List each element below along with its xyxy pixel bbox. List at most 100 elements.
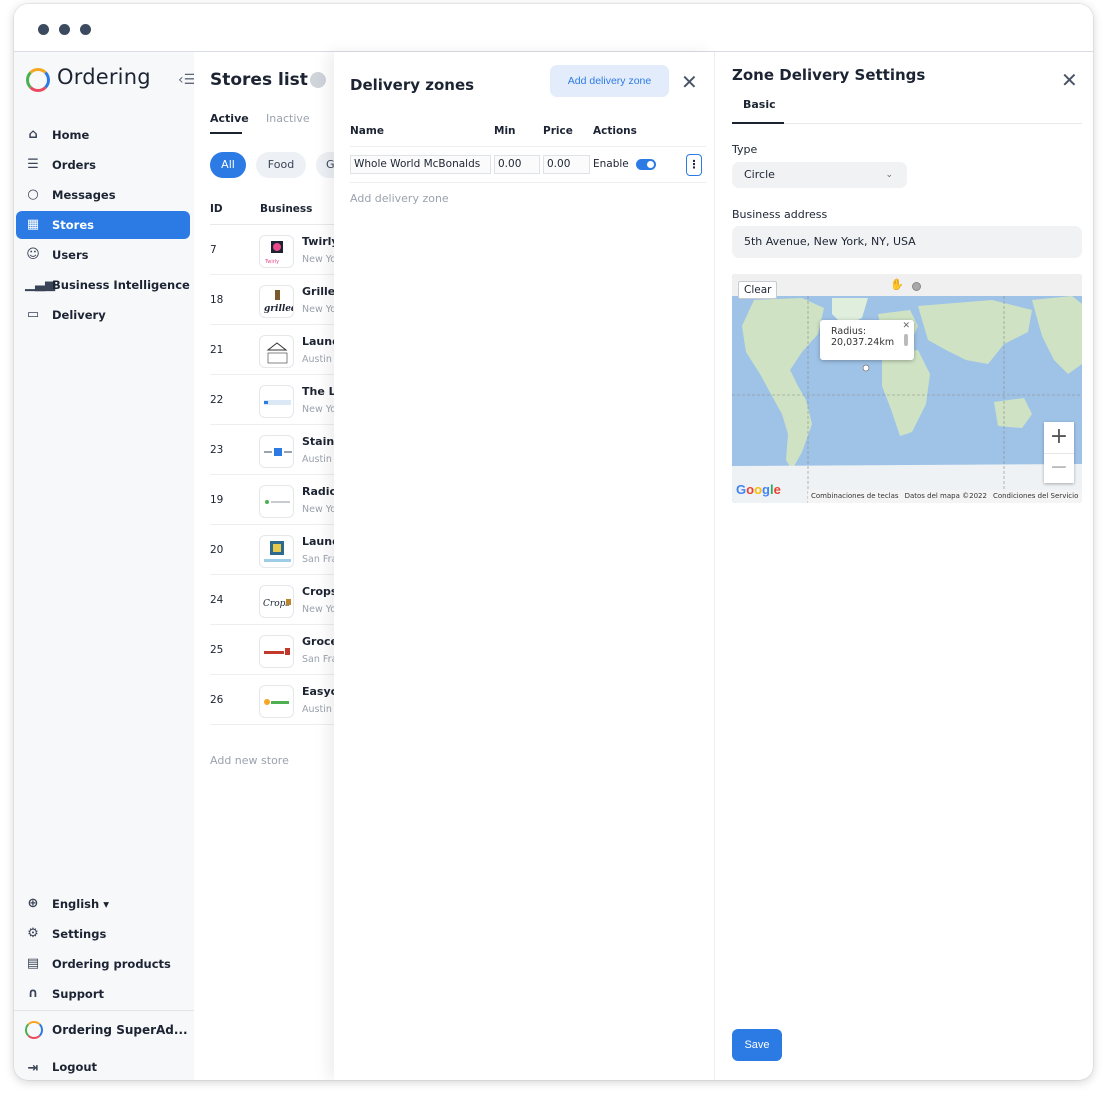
sidebar-item-settings[interactable]: ⚙ Settings bbox=[16, 920, 190, 948]
window-dot bbox=[38, 24, 49, 35]
brand-logo[interactable]: Ordering ‹☰ bbox=[24, 65, 196, 94]
store-city: New Yo bbox=[302, 604, 334, 615]
logout-button[interactable]: ⇥ Logout bbox=[16, 1055, 196, 1079]
column-header-id: ID bbox=[210, 203, 223, 215]
table-row[interactable]: 24 Crops Crops New Yo bbox=[210, 575, 334, 625]
sidebar-item-label: Home bbox=[52, 128, 90, 142]
enable-toggle[interactable] bbox=[636, 159, 656, 170]
store-id: 7 bbox=[210, 244, 217, 256]
filter-chip-groceries[interactable]: G bbox=[316, 152, 334, 178]
terms-link[interactable]: Condiciones del Servicio bbox=[990, 492, 1081, 500]
table-row[interactable]: 26 Easyc Austin bbox=[210, 675, 334, 725]
store-id: 25 bbox=[210, 644, 224, 656]
table-row[interactable]: 20 Laund San Fra bbox=[210, 525, 334, 575]
zoom-out-button[interactable]: − bbox=[1044, 453, 1074, 483]
draw-circle-icon[interactable] bbox=[912, 282, 921, 291]
map-toolbar bbox=[732, 274, 1082, 296]
store-id: 20 bbox=[210, 544, 224, 556]
clear-map-button[interactable]: Clear bbox=[738, 281, 778, 299]
zoom-in-button[interactable]: + bbox=[1044, 422, 1074, 452]
zone-min-field[interactable]: 0.00 bbox=[494, 155, 540, 174]
language-selector[interactable]: ⊕ English ▾ bbox=[16, 890, 190, 918]
table-row[interactable]: 18 grilled Grillec New Yo bbox=[210, 275, 334, 325]
add-delivery-zone-link[interactable]: Add delivery zone bbox=[350, 192, 449, 205]
sidebar-item-delivery[interactable]: ▭ Delivery bbox=[16, 301, 190, 329]
chevron-down-icon: ⌄ bbox=[885, 170, 893, 180]
logout-icon: ⇥ bbox=[27, 1061, 39, 1076]
headset-icon: ∩ bbox=[27, 986, 39, 1001]
column-header-name: Name bbox=[350, 125, 384, 137]
avatar bbox=[25, 1021, 43, 1039]
sidebar-item-label: Settings bbox=[52, 927, 107, 941]
page-title: Stores list bbox=[210, 70, 308, 90]
help-icon[interactable] bbox=[310, 72, 326, 88]
close-icon[interactable]: ✕ bbox=[1061, 70, 1078, 90]
svg-text:grilled: grilled bbox=[264, 304, 294, 314]
tab-inactive[interactable]: Inactive bbox=[266, 112, 310, 125]
bar-chart-icon: ▁▃▅ bbox=[25, 277, 55, 292]
business-address-field[interactable]: 5th Avenue, New York, NY, USA bbox=[732, 226, 1082, 258]
store-city: New Yo bbox=[302, 304, 334, 315]
hand-pan-icon[interactable]: ✋ bbox=[890, 278, 904, 291]
store-id: 22 bbox=[210, 394, 224, 406]
add-new-store-link[interactable]: Add new store bbox=[210, 754, 289, 767]
tab-basic[interactable]: Basic bbox=[743, 98, 776, 111]
store-logo bbox=[259, 335, 294, 368]
store-city: New Yo bbox=[302, 254, 334, 265]
sidebar-item-support[interactable]: ∩ Support bbox=[16, 980, 190, 1008]
table-row[interactable]: 22 The La New Yo bbox=[210, 375, 334, 425]
sidebar-item-label: Messages bbox=[52, 188, 116, 202]
store-id: 26 bbox=[210, 694, 224, 706]
keyboard-shortcuts-link[interactable]: Combinaciones de teclas bbox=[808, 492, 902, 500]
radius-value: 20,037.24km bbox=[831, 337, 895, 348]
home-icon: ⌂ bbox=[28, 127, 38, 142]
save-button[interactable]: Save bbox=[732, 1029, 782, 1061]
filter-chip-all[interactable]: All bbox=[210, 152, 246, 178]
user-name: Ordering SuperAd... bbox=[52, 1023, 188, 1037]
svg-text:Twirly: Twirly bbox=[264, 259, 279, 265]
window-dot bbox=[80, 24, 91, 35]
store-id: 24 bbox=[210, 594, 224, 606]
active-tab-indicator bbox=[732, 122, 784, 124]
store-city: New Yo bbox=[302, 404, 334, 415]
table-row[interactable]: 7 Twirly Twirly New Yo bbox=[210, 225, 334, 275]
window-dot bbox=[59, 24, 70, 35]
sidebar-item-business-intelligence[interactable]: ▁▃▅ Business Intelligence bbox=[16, 271, 190, 299]
table-row[interactable]: 21 Laund Austin bbox=[210, 325, 334, 375]
tab-active[interactable]: Active bbox=[210, 112, 249, 125]
sidebar-item-users[interactable]: ☺ Users bbox=[16, 241, 190, 269]
store-logo bbox=[259, 685, 294, 718]
sidebar-item-home[interactable]: ⌂ Home bbox=[16, 121, 190, 149]
type-select[interactable]: Circle ⌄ bbox=[732, 162, 907, 188]
sidebar-item-label: Orders bbox=[52, 158, 96, 172]
zone-name-field[interactable]: Whole World McBonalds bbox=[350, 155, 491, 174]
logout-label: Logout bbox=[52, 1060, 98, 1074]
more-options-icon[interactable]: ⋮ bbox=[686, 154, 702, 176]
zone-map[interactable]: Clear ✋ Radius: 20,037.24km ✕ + − Google… bbox=[732, 274, 1082, 503]
sidebar-item-ordering-products[interactable]: ▤ Ordering products bbox=[16, 950, 190, 978]
table-row[interactable]: 23 Stainy Austin bbox=[210, 425, 334, 475]
add-delivery-zone-button[interactable]: Add delivery zone bbox=[550, 65, 669, 97]
sidebar-item-stores[interactable]: ▦ Stores bbox=[16, 211, 190, 239]
scrollbar[interactable] bbox=[904, 334, 908, 346]
map-data-label: Datos del mapa ©2022 bbox=[904, 492, 987, 500]
zone-price-field[interactable]: 0.00 bbox=[543, 155, 590, 174]
users-icon: ☺ bbox=[26, 247, 40, 262]
sidebar-item-messages[interactable]: ○ Messages bbox=[16, 181, 190, 209]
sidebar: Ordering ‹☰ ⌂ Home ☰ Orders ○ Messages ▦… bbox=[14, 52, 196, 1080]
table-row[interactable]: 25 Groce San Fra bbox=[210, 625, 334, 675]
filter-chip-food[interactable]: Food bbox=[256, 152, 306, 178]
ordering-logo-icon bbox=[26, 68, 50, 92]
google-logo: Google bbox=[736, 482, 781, 497]
close-icon[interactable]: ✕ bbox=[681, 72, 698, 92]
table-row[interactable]: 19 Radic New Yo bbox=[210, 475, 334, 525]
user-profile[interactable]: Ordering SuperAd... bbox=[14, 1016, 194, 1044]
store-logo: grilled bbox=[259, 285, 294, 318]
store-name: Stainy bbox=[302, 435, 334, 448]
delivery-zones-panel: Delivery zones Add delivery zone ✕ Name … bbox=[334, 52, 714, 1080]
sidebar-item-label: Ordering products bbox=[52, 957, 171, 971]
language-label: English ▾ bbox=[52, 897, 109, 911]
close-icon[interactable]: ✕ bbox=[902, 321, 910, 332]
store-name: The La bbox=[302, 385, 334, 398]
sidebar-item-orders[interactable]: ☰ Orders bbox=[16, 151, 190, 179]
